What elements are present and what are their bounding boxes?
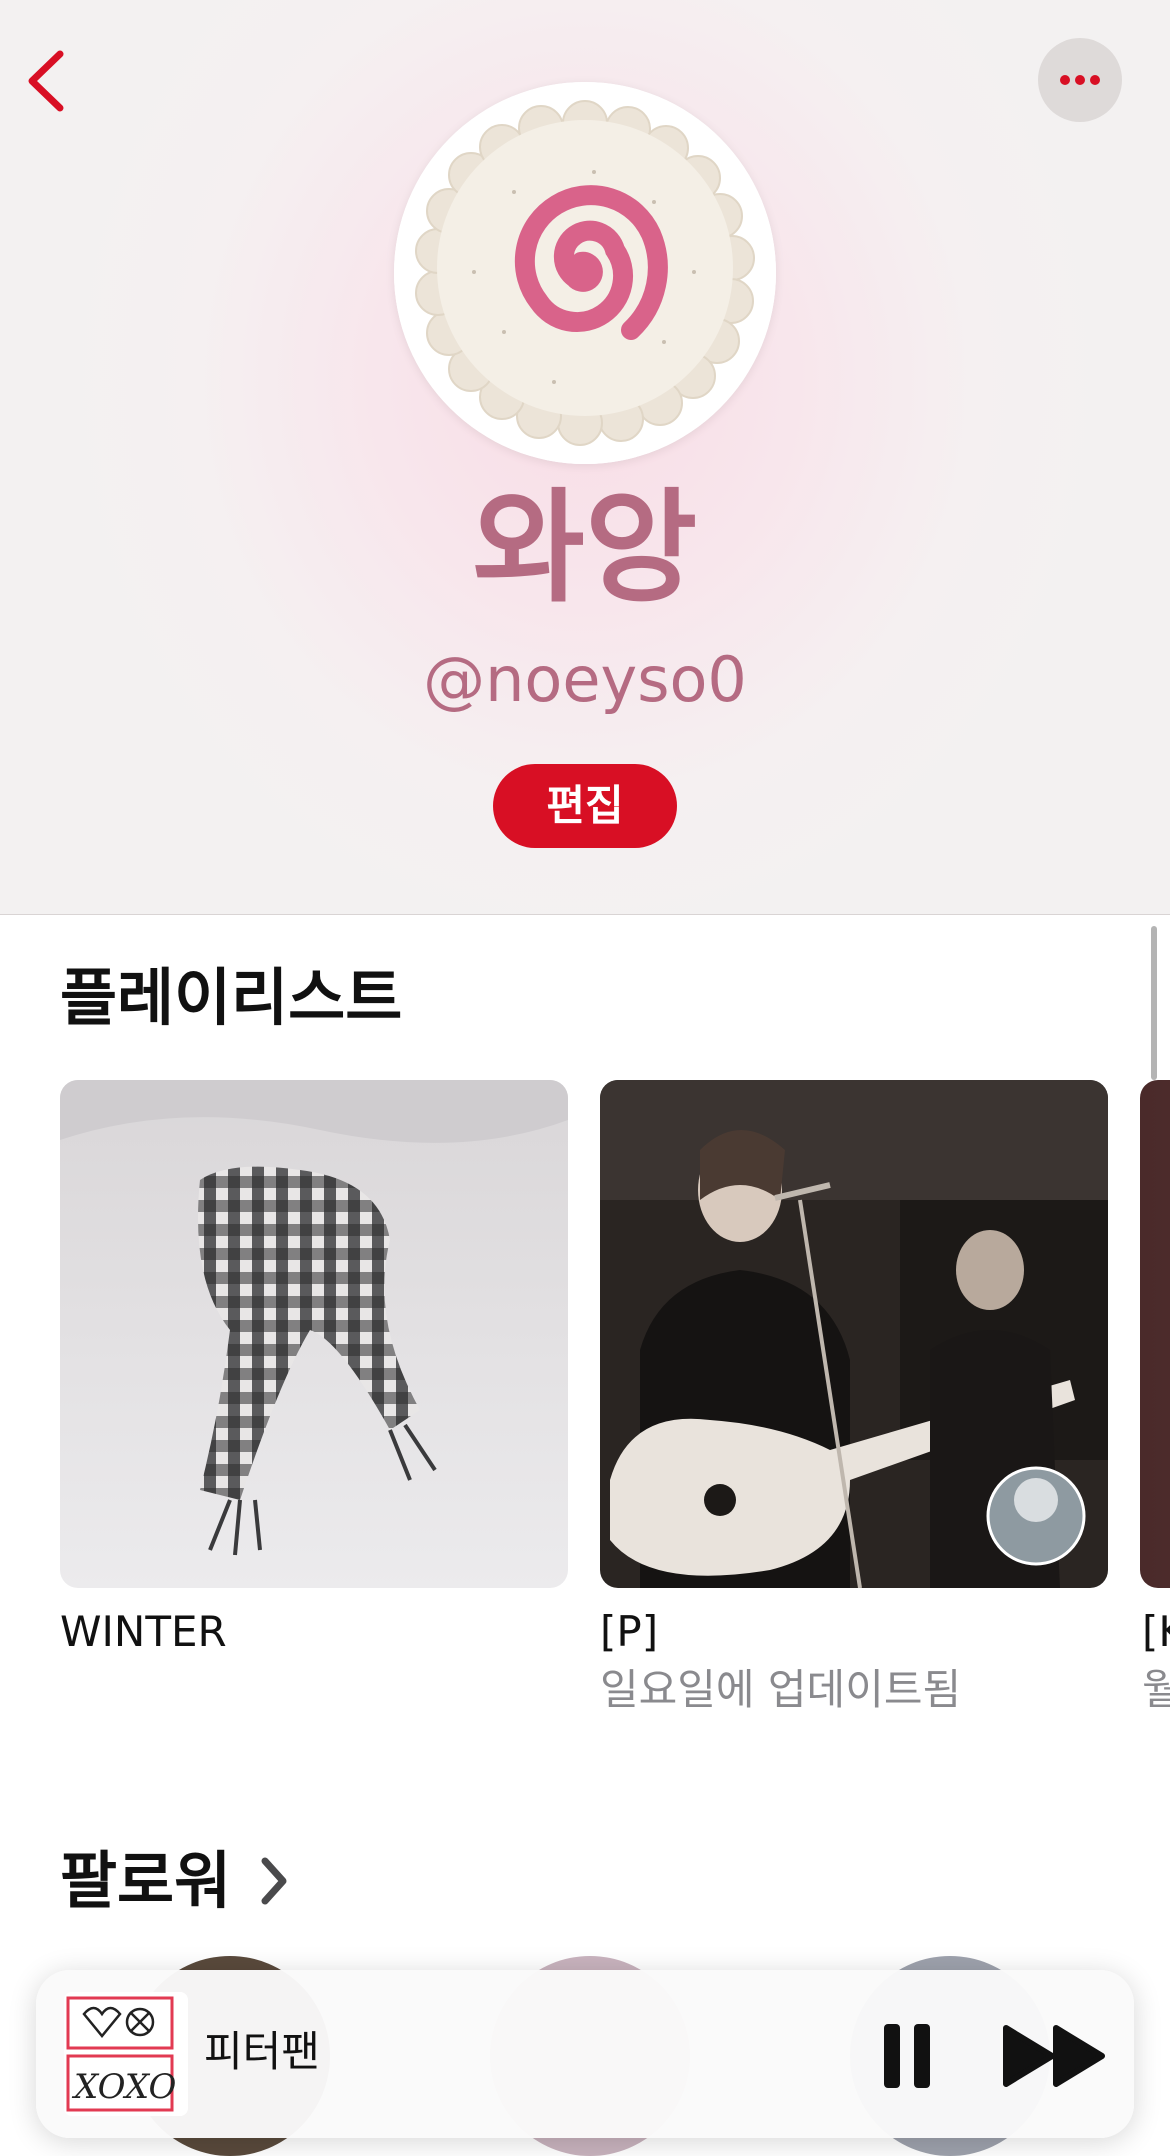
scroll-indicator[interactable] <box>1151 926 1157 1080</box>
playlist-card-p-title[interactable]: [P] <box>600 1604 658 1660</box>
album-artwork: XOXO <box>64 1992 188 2116</box>
playlists-section-title: 플레이리스트 <box>60 961 403 1034</box>
edit-profile-button[interactable]: 편집 <box>493 764 677 848</box>
playlist-card-k-artwork[interactable] <box>1140 1080 1170 1588</box>
band-photo-artwork <box>600 1080 1108 1588</box>
chevron-left-icon <box>28 50 64 112</box>
playlist-card-k-title[interactable]: [K <box>1142 1604 1170 1660</box>
mini-player[interactable]: XOXO 피터팬 <box>36 1970 1134 2138</box>
playlist-card-winter-artwork[interactable] <box>60 1080 568 1588</box>
playlist-card-k-subtitle: 월 <box>1142 1665 1170 1714</box>
chevron-right-icon <box>261 1857 287 1905</box>
forward-icon <box>1003 2025 1105 2087</box>
profile-header: 와앙 @noeyso0 편집 <box>0 0 1170 915</box>
playlist-card-p-artwork[interactable] <box>600 1080 1108 1588</box>
followers-link[interactable]: 팔로워 <box>60 1836 293 1926</box>
profile-display-name: 와앙 <box>472 477 698 619</box>
next-track-button[interactable] <box>986 2004 1126 2108</box>
back-button[interactable] <box>22 48 72 114</box>
now-playing-artwork[interactable]: XOXO <box>64 1992 188 2116</box>
playlist-card-k-clipped[interactable]: [K 월 <box>1140 1080 1170 1720</box>
narutomaki-icon <box>394 82 776 464</box>
playlist-card-p-subtitle: 일요일에 업데이트됨 <box>600 1665 962 1714</box>
pause-button[interactable] <box>856 2004 960 2108</box>
profile-avatar[interactable] <box>394 82 776 464</box>
more-options-button[interactable] <box>1038 38 1122 122</box>
ellipsis-icon <box>1060 75 1100 85</box>
snowman-scarf-artwork <box>60 1080 568 1588</box>
artwork-text: XOXO <box>71 2067 176 2107</box>
pause-icon <box>884 2024 930 2088</box>
followers-section-title: 팔로워 <box>60 1844 232 1917</box>
profile-username: @noeyso0 <box>423 643 747 716</box>
now-playing-title: 피터팬 <box>204 2027 320 2076</box>
playlist-card-winter-title[interactable]: WINTER <box>60 1604 227 1660</box>
